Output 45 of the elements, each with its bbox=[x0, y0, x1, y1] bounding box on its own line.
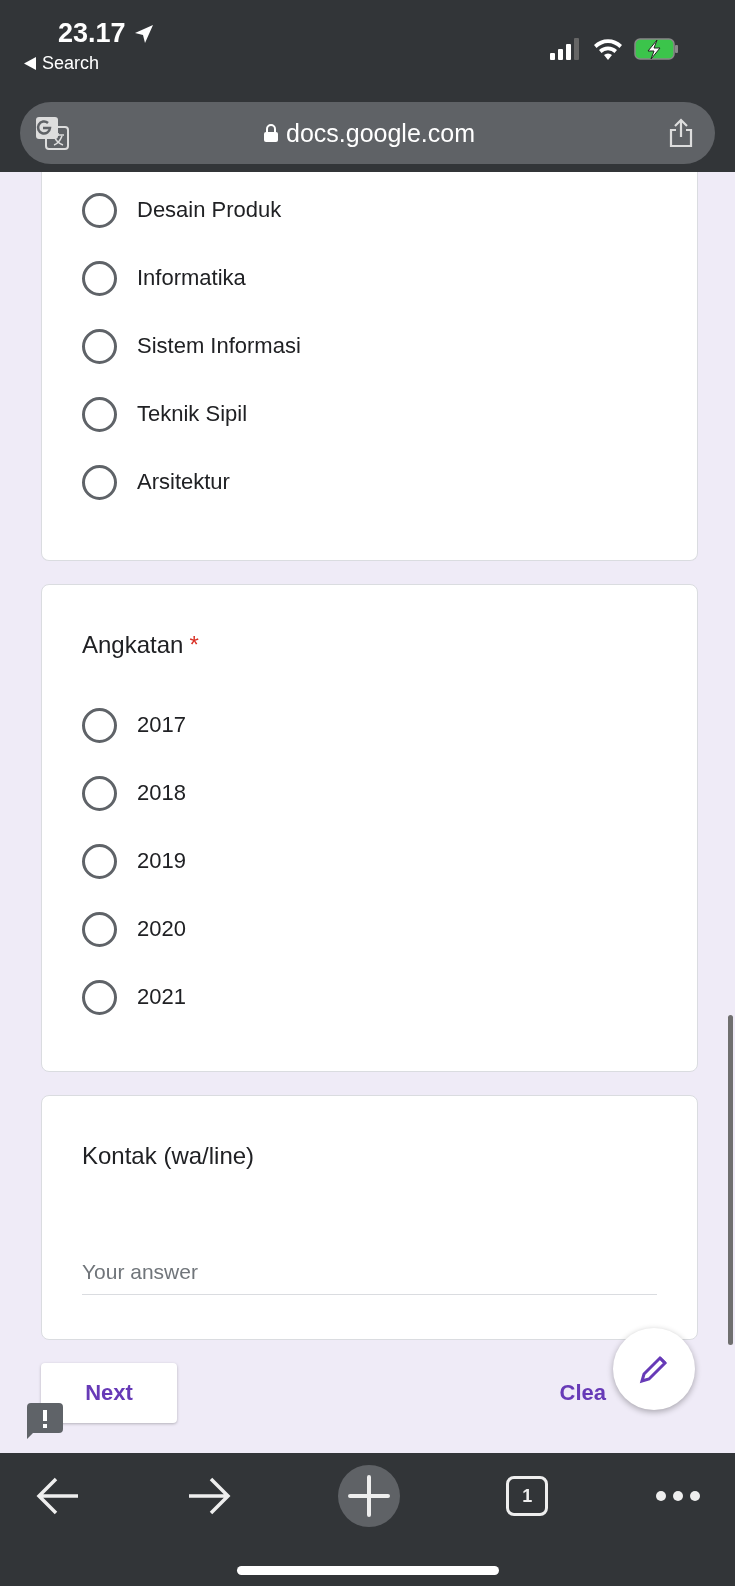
option-label: Teknik Sipil bbox=[137, 401, 248, 427]
wifi-icon bbox=[594, 38, 622, 60]
option-label: 2018 bbox=[137, 780, 186, 806]
option-label: 2020 bbox=[137, 916, 186, 942]
battery-charging-icon bbox=[634, 38, 679, 60]
plus-icon bbox=[347, 1475, 390, 1517]
more-options-icon[interactable] bbox=[655, 1490, 701, 1502]
edit-fab[interactable] bbox=[613, 1328, 695, 1410]
share-icon[interactable] bbox=[669, 118, 693, 148]
back-arrow-icon[interactable] bbox=[36, 1476, 80, 1516]
radio-button[interactable] bbox=[82, 192, 117, 228]
required-asterisk: * bbox=[189, 631, 199, 659]
tab-switcher-button[interactable]: 1 bbox=[506, 1476, 549, 1516]
pencil-icon bbox=[639, 1354, 669, 1384]
option-label: Arsitektur bbox=[137, 469, 230, 495]
option-label: Desain Produk bbox=[137, 197, 282, 223]
feedback-icon[interactable] bbox=[27, 1403, 63, 1439]
radio-button[interactable] bbox=[82, 464, 117, 500]
next-button[interactable]: Next bbox=[41, 1363, 177, 1423]
forward-arrow-icon[interactable] bbox=[186, 1476, 231, 1516]
back-to-app-link[interactable]: Search bbox=[42, 53, 100, 74]
radio-button[interactable] bbox=[82, 775, 117, 811]
option-label: 2019 bbox=[137, 848, 186, 874]
clock-time: 23.17 bbox=[58, 18, 126, 49]
location-arrow-icon bbox=[133, 23, 154, 44]
radio-button[interactable] bbox=[82, 328, 117, 364]
option-label: Informatika bbox=[137, 265, 246, 291]
lock-icon bbox=[264, 124, 278, 142]
radio-button[interactable] bbox=[82, 911, 117, 947]
back-triangle-icon bbox=[24, 57, 36, 70]
radio-button[interactable] bbox=[82, 979, 117, 1015]
question-title: Angkatan bbox=[82, 631, 184, 659]
radio-button[interactable] bbox=[82, 396, 117, 432]
radio-button[interactable] bbox=[82, 707, 117, 743]
signal-icon bbox=[550, 38, 582, 60]
clear-form-link[interactable]: Clea bbox=[559, 1380, 606, 1406]
radio-button[interactable] bbox=[82, 260, 117, 296]
question-title: Kontak (wa/line) bbox=[82, 1142, 255, 1170]
url-text: docs.google.com bbox=[286, 118, 475, 148]
translate-icon[interactable] bbox=[34, 115, 70, 151]
option-label: 2017 bbox=[137, 712, 186, 738]
address-bar[interactable]: docs.google.com bbox=[20, 102, 715, 164]
option-label: 2021 bbox=[137, 984, 186, 1010]
radio-button[interactable] bbox=[82, 843, 117, 879]
option-label: Sistem Informasi bbox=[137, 333, 301, 359]
